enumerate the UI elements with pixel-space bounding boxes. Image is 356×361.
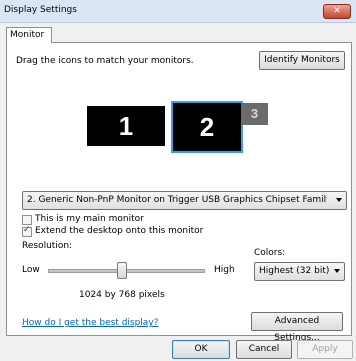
- extend-desktop-label: Extend the desktop onto this monitor: [35, 226, 204, 236]
- colors-select[interactable]: Highest (32 bit): [254, 262, 345, 281]
- drag-instructions: Drag the icons to match your monitors.: [16, 56, 194, 66]
- main-monitor-label: This is my main monitor: [35, 214, 144, 224]
- tab-monitor[interactable]: Monitor: [6, 27, 52, 43]
- close-button[interactable]: ✕: [323, 4, 351, 19]
- ok-button[interactable]: OK: [172, 340, 230, 359]
- resolution-label: Resolution:: [22, 241, 73, 251]
- monitor-3-icon[interactable]: 3: [241, 103, 268, 125]
- title-bar: Display Settings ✕: [0, 0, 356, 23]
- chevron-down-icon: [336, 198, 342, 202]
- identify-monitors-button[interactable]: Identify Monitors: [259, 51, 345, 70]
- resolution-slider-thumb[interactable]: [117, 262, 127, 279]
- tab-monitor-label: Monitor: [10, 30, 45, 40]
- main-monitor-checkbox[interactable]: [22, 215, 32, 225]
- display-select[interactable]: 2. Generic Non-PnP Monitor on Trigger US…: [22, 191, 347, 210]
- display-select-value: 2. Generic Non-PnP Monitor on Trigger US…: [27, 195, 327, 205]
- monitor-panel: [6, 42, 352, 336]
- colors-select-value: Highest (32 bit): [259, 266, 330, 276]
- colors-label: Colors:: [254, 248, 286, 258]
- apply-button[interactable]: Apply: [297, 340, 353, 359]
- extend-desktop-checkbox[interactable]: [22, 225, 32, 237]
- resolution-low-label: Low: [22, 265, 40, 275]
- advanced-settings-button[interactable]: Advanced Settings...: [251, 312, 343, 343]
- window-title: Display Settings: [4, 5, 77, 15]
- chevron-down-icon: [334, 269, 340, 273]
- resolution-value: 1024 by 768 pixels: [79, 290, 165, 300]
- monitor-2-icon[interactable]: 2: [171, 101, 243, 153]
- help-link[interactable]: How do I get the best display?: [22, 318, 158, 328]
- cancel-button[interactable]: Cancel: [236, 340, 292, 359]
- resolution-high-label: High: [214, 265, 235, 275]
- monitor-1-icon[interactable]: 1: [87, 106, 165, 146]
